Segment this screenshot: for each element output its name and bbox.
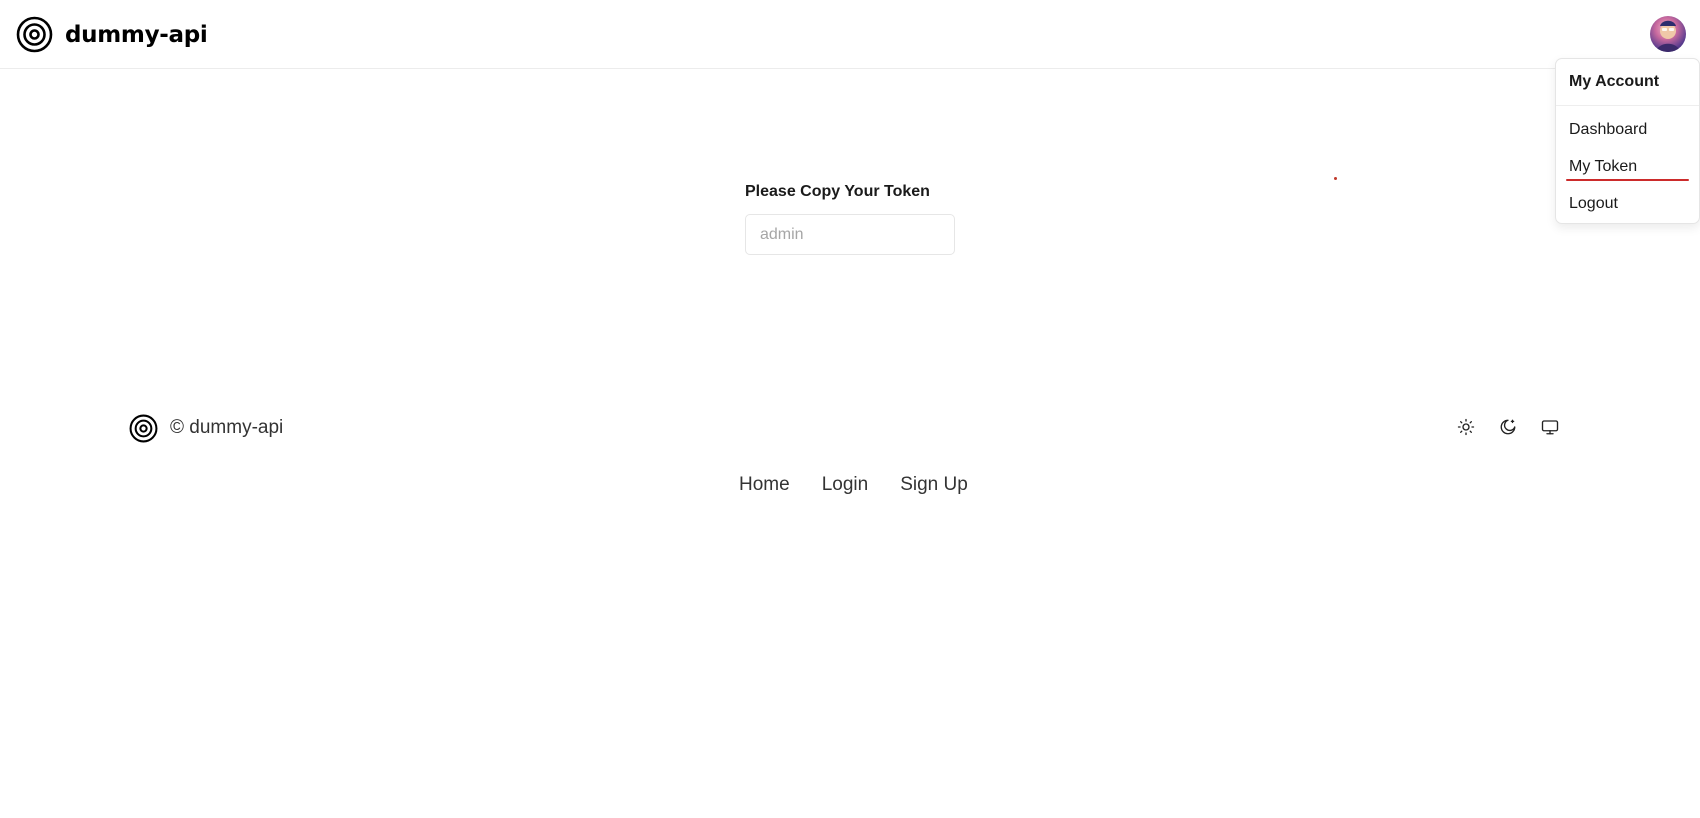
footer-logo-icon: [129, 414, 158, 443]
footer-link-login[interactable]: Login: [822, 474, 869, 496]
account-dropdown-menu: My Account Dashboard My Token Logout: [1555, 58, 1700, 224]
user-avatar[interactable]: [1650, 16, 1686, 52]
stray-dot: [1334, 177, 1337, 180]
top-header: dummy-api: [0, 0, 1700, 69]
page: dummy-api My Account Dashboard My Token …: [0, 0, 1700, 818]
brand-link[interactable]: dummy-api: [16, 16, 208, 53]
footer-link-sign-up[interactable]: Sign Up: [900, 474, 968, 496]
concentric-circles-logo-icon: [16, 16, 53, 53]
token-input[interactable]: [745, 214, 955, 255]
my-token-highlight-underline: [1566, 179, 1689, 181]
monitor-icon[interactable]: [1540, 417, 1560, 437]
footer-link-home[interactable]: Home: [739, 474, 790, 496]
footer-brand: © dummy-api: [129, 413, 283, 443]
menu-item-dashboard[interactable]: Dashboard: [1569, 121, 1647, 139]
menu-item-my-token[interactable]: My Token: [1569, 158, 1637, 176]
dropdown-title: My Account: [1569, 73, 1660, 90]
dropdown-separator: [1556, 105, 1699, 106]
menu-item-logout[interactable]: Logout: [1569, 195, 1618, 213]
moon-icon[interactable]: [1498, 417, 1518, 437]
footer-nav: Home Login Sign Up: [739, 474, 968, 496]
brand-name: dummy-api: [65, 21, 208, 48]
theme-switcher: [1456, 417, 1560, 437]
token-label: Please Copy Your Token: [745, 183, 930, 200]
footer-copyright: © dummy-api: [170, 417, 284, 438]
sun-icon[interactable]: [1456, 417, 1476, 437]
